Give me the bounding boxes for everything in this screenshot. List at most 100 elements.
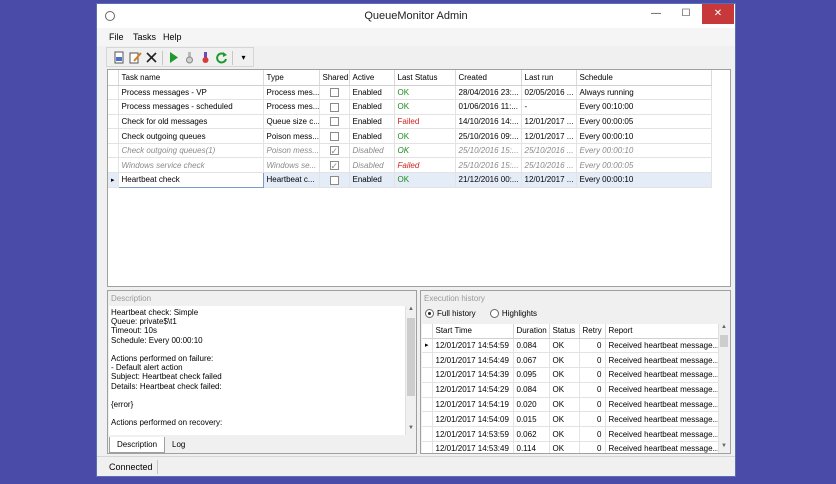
task-type-cell[interactable]: Poison mess... xyxy=(263,143,320,159)
task-last-run-cell[interactable]: 25/10/2016 ... xyxy=(521,157,577,174)
highlights-option[interactable]: Highlights xyxy=(489,309,537,319)
task-active-cell[interactable]: Enabled xyxy=(349,128,395,144)
task-schedule-cell[interactable]: Every 00:00:05 xyxy=(576,157,712,174)
task-name-cell[interactable]: Windows service check xyxy=(118,157,264,174)
shared-checkbox[interactable] xyxy=(329,131,339,141)
row-selector[interactable] xyxy=(108,85,119,101)
task-last-run-cell[interactable]: 02/05/2016 ... xyxy=(521,85,577,101)
col-last-status[interactable]: Last Status xyxy=(394,70,456,86)
row-selector[interactable] xyxy=(422,426,433,443)
col-type[interactable]: Type xyxy=(263,70,320,86)
radio-selected-icon[interactable] xyxy=(425,309,434,319)
task-shared-cell[interactable] xyxy=(319,85,350,101)
task-schedule-cell[interactable]: Always running xyxy=(576,85,712,101)
execution-row[interactable]: 12/01/2017 14:54:49 0.067 OK 0 Received hear… xyxy=(422,352,719,369)
task-schedule-cell[interactable]: Every 00:10:00 xyxy=(576,99,712,115)
row-selector[interactable] xyxy=(108,99,119,115)
start-time-cell[interactable]: 12/01/2017 14:54:49 xyxy=(432,352,514,369)
col-task-name[interactable]: Task name xyxy=(118,70,264,86)
row-selector[interactable] xyxy=(422,397,433,413)
retry-cell[interactable]: 0 xyxy=(579,397,606,413)
task-shared-cell[interactable] xyxy=(319,172,350,188)
col-start-time[interactable]: Start Time xyxy=(432,324,514,339)
duration-cell[interactable]: 0.114 xyxy=(513,441,550,453)
shared-checkbox[interactable] xyxy=(329,117,339,127)
execution-row[interactable]: 12/01/2017 14:53:59 0.062 OK 0 Received hear… xyxy=(422,426,719,443)
start-time-cell[interactable]: 12/01/2017 14:53:49 xyxy=(432,441,514,453)
task-status-cell[interactable]: Failed xyxy=(394,157,456,174)
task-active-cell[interactable]: Enabled xyxy=(349,99,395,115)
title-bar[interactable]: QueueMonitor Admin — ☐ ✕ xyxy=(97,4,735,28)
retry-cell[interactable]: 0 xyxy=(579,441,606,453)
report-cell[interactable]: Received heartbeat message... xyxy=(605,338,719,354)
col-shared[interactable]: Shared xyxy=(319,70,350,86)
execution-row[interactable]: 12/01/2017 14:54:29 0.084 OK 0 Received hear… xyxy=(422,382,719,398)
edit-task-icon[interactable] xyxy=(129,51,142,64)
retry-cell[interactable]: 0 xyxy=(579,367,606,383)
scroll-up-icon[interactable]: ▲ xyxy=(406,306,416,316)
task-created-cell[interactable]: 25/10/2016 15:... xyxy=(455,143,522,159)
row-selector[interactable] xyxy=(108,143,119,159)
task-type-cell[interactable]: Process mes... xyxy=(263,99,320,115)
shared-checkbox[interactable]: ✓ xyxy=(329,146,339,156)
status-cell[interactable]: OK xyxy=(549,411,580,428)
row-selector[interactable] xyxy=(422,441,433,453)
task-schedule-cell[interactable]: Every 00:00:10 xyxy=(576,128,712,144)
task-created-cell[interactable]: 25/10/2016 09:... xyxy=(455,128,522,144)
scroll-down-icon[interactable]: ▼ xyxy=(406,425,416,435)
scroll-up-icon[interactable]: ▲ xyxy=(719,324,729,334)
duration-cell[interactable]: 0.062 xyxy=(513,426,550,443)
duration-cell[interactable]: 0.020 xyxy=(513,397,550,413)
close-button[interactable]: ✕ xyxy=(702,4,734,24)
status-cell[interactable]: OK xyxy=(549,338,580,354)
task-shared-cell[interactable] xyxy=(319,128,350,144)
task-name-cell[interactable]: Heartbeat check xyxy=(117,172,264,188)
scroll-thumb[interactable] xyxy=(720,335,728,347)
task-status-cell[interactable]: Failed xyxy=(394,114,456,130)
run-task-icon[interactable] xyxy=(167,51,180,64)
status-cell[interactable]: OK xyxy=(549,426,580,443)
task-row[interactable]: Check for old messages Queue size c... Ena… xyxy=(108,114,712,130)
status-cell[interactable]: OK xyxy=(549,382,580,398)
execution-row[interactable]: 12/01/2017 14:54:19 0.020 OK 0 Received hear… xyxy=(422,397,719,413)
task-schedule-cell[interactable]: Every 00:00:10 xyxy=(576,143,712,159)
col-status[interactable]: Status xyxy=(549,324,580,339)
task-shared-cell[interactable]: ✓ xyxy=(319,143,350,159)
status-cell[interactable]: OK xyxy=(549,367,580,383)
task-name-cell[interactable]: Check outgoing queues xyxy=(118,128,264,144)
task-status-cell[interactable]: OK xyxy=(394,128,456,144)
task-last-run-cell[interactable]: 12/01/2017 ... xyxy=(521,128,577,144)
report-cell[interactable]: Received heartbeat message... xyxy=(605,367,719,383)
menu-tasks[interactable]: Tasks xyxy=(133,32,156,42)
duration-cell[interactable]: 0.015 xyxy=(513,411,550,428)
radio-icon[interactable] xyxy=(489,309,499,319)
row-selector[interactable] xyxy=(422,352,433,369)
col-report[interactable]: Report xyxy=(605,324,719,339)
tab-description[interactable]: Description xyxy=(109,437,166,453)
report-cell[interactable]: Received heartbeat message... xyxy=(605,441,719,453)
task-active-cell[interactable]: Enabled xyxy=(349,85,395,101)
task-active-cell[interactable]: Disabled xyxy=(349,143,395,159)
toolbar-dropdown-icon[interactable]: ▾ xyxy=(237,51,250,64)
task-active-cell[interactable]: Enabled xyxy=(349,114,395,130)
report-cell[interactable]: Received heartbeat message... xyxy=(605,397,719,413)
task-status-cell[interactable]: OK xyxy=(394,172,456,188)
task-active-cell[interactable]: Disabled xyxy=(349,157,395,174)
col-duration[interactable]: Duration xyxy=(513,324,550,339)
row-selector[interactable] xyxy=(422,411,433,428)
task-created-cell[interactable]: 01/06/2016 11:... xyxy=(455,99,522,115)
task-schedule-cell[interactable]: Every 00:00:05 xyxy=(576,114,712,130)
task-schedule-cell[interactable]: Every 00:00:10 xyxy=(576,172,712,188)
menu-file[interactable]: File xyxy=(109,32,124,42)
description-scrollbar[interactable]: ▲ ▼ xyxy=(405,306,416,435)
task-created-cell[interactable]: 21/12/2016 00:... xyxy=(455,172,522,188)
full-history-option[interactable]: Full history xyxy=(425,309,476,319)
status-cell[interactable]: OK xyxy=(549,397,580,413)
row-selector[interactable] xyxy=(108,114,119,130)
shared-checkbox[interactable] xyxy=(329,175,339,185)
maximize-button[interactable]: ☐ xyxy=(671,4,701,24)
row-selector[interactable] xyxy=(422,367,433,383)
task-last-run-cell[interactable]: - xyxy=(521,99,577,115)
retry-cell[interactable]: 0 xyxy=(579,426,606,443)
report-cell[interactable]: Received heartbeat message... xyxy=(605,426,719,443)
